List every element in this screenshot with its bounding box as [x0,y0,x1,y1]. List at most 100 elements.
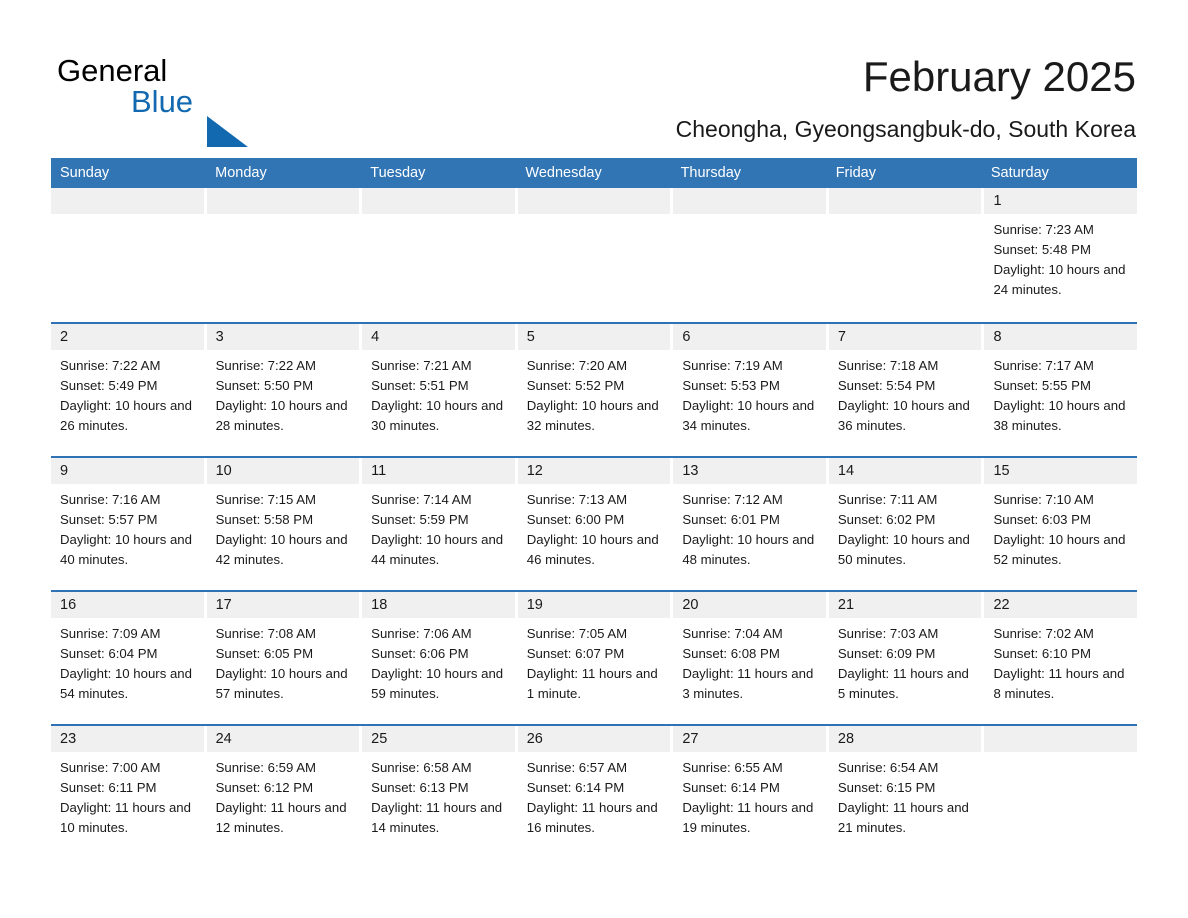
day-cell[interactable]: 18 Sunrise: 7:06 AM Sunset: 6:06 PM Dayligh… [362,592,518,724]
day-cell[interactable]: 4 Sunrise: 7:21 AM Sunset: 5:51 PM Daylight… [362,324,518,456]
generalblue-logo[interactable]: General Blue [57,52,317,147]
day-cell[interactable]: 25 Sunrise: 6:58 AM Sunset: 6:13 PM Dayligh… [362,726,518,858]
day-number-band: 21 [828,592,982,618]
day-details: Sunrise: 7:10 AM Sunset: 6:03 PM Daylight:… [984,484,1137,570]
day-cell[interactable]: 5 Sunrise: 7:20 AM Sunset: 5:52 PM Daylight… [517,324,674,456]
day-number: 23 [60,731,77,747]
day-number-band: 8 [984,324,1138,350]
weekday-header-row: Sunday Monday Tuesday Wednesday Thursday Frid… [51,158,1137,188]
sunrise-text: Sunrise: 7:17 AM [993,358,1094,373]
day-number: 13 [682,463,699,479]
day-details: Sunrise: 7:03 AM Sunset: 6:09 PM Daylight:… [829,618,982,704]
sunrise-text: Sunrise: 6:54 AM [837,760,939,775]
day-cell[interactable]: 17 Sunrise: 7:08 AM Sunset: 6:05 PM Dayligh… [206,592,363,724]
day-cell[interactable]: 16 Sunrise: 7:09 AM Sunset: 6:04 PM Dayligh… [51,592,207,724]
day-number-band: 26 [517,726,671,752]
sunrise-text: Sunrise: 6:59 AM [215,760,317,775]
day-details: Sunrise: 7:17 AM Sunset: 5:55 PM Daylight:… [984,350,1137,436]
calendar-week-row: 2 Sunrise: 7:22 AM Sunset: 5:49 PM Daylight… [51,322,1138,456]
day-details: Sunrise: 7:04 AM Sunset: 6:08 PM Daylight:… [673,618,826,704]
day-cell[interactable]: 3 Sunrise: 7:22 AM Sunset: 5:50 PM Daylight… [206,324,363,456]
day-cell[interactable]: 11 Sunrise: 7:14 AM Sunset: 5:59 PM Dayligh… [362,458,518,590]
day-cell-empty [984,726,1138,858]
sunset-text: Sunset: 5:57 PM [60,512,158,527]
day-cell[interactable]: 1 Sunrise: 7:23 AM Sunset: 5:48 PM Daylight… [984,188,1138,322]
day-cell[interactable]: 28 Sunrise: 6:54 AM Sunset: 6:15 PM Dayligh… [828,726,985,858]
sunset-text: Sunset: 5:50 PM [215,378,314,393]
day-number: 19 [526,597,543,613]
day-cell[interactable]: 13 Sunrise: 7:12 AM Sunset: 6:01 PM Dayligh… [673,458,829,590]
day-number: 1 [993,193,1002,209]
day-cell[interactable]: 23 Sunrise: 7:00 AM Sunset: 6:11 PM Dayligh… [51,726,207,858]
day-number-band [517,188,671,214]
sunrise-text: Sunrise: 7:18 AM [837,358,939,373]
sunrise-text: Sunrise: 7:11 AM [837,492,938,507]
day-details: Sunrise: 6:57 AM Sunset: 6:14 PM Daylight:… [518,752,671,838]
day-number-band: 11 [362,458,515,484]
day-cell[interactable]: 2 Sunrise: 7:22 AM Sunset: 5:49 PM Daylight… [51,324,207,456]
sunset-text: Sunset: 5:53 PM [682,378,780,393]
day-number-band: 28 [828,726,982,752]
sunset-text: Sunset: 6:12 PM [215,780,314,795]
sunset-text: Sunset: 6:11 PM [60,780,157,795]
daylight-text: Daylight: 10 hours and 24 minutes. [993,262,1126,297]
day-number: 6 [682,329,691,345]
day-cell[interactable]: 24 Sunrise: 6:59 AM Sunset: 6:12 PM Dayligh… [206,726,363,858]
daylight-text: Daylight: 11 hours and 1 minute. [526,666,658,701]
calendar-page: General Blue February 2025 Cheongha, Gye… [0,0,1188,918]
daylight-text: Daylight: 10 hours and 44 minutes. [371,532,504,567]
day-cell[interactable]: 6 Sunrise: 7:19 AM Sunset: 5:53 PM Daylight… [673,324,829,456]
day-cell[interactable]: 10 Sunrise: 7:15 AM Sunset: 5:58 PM Dayligh… [206,458,363,590]
day-cell[interactable]: 14 Sunrise: 7:11 AM Sunset: 6:02 PM Dayligh… [828,458,985,590]
daylight-text: Daylight: 11 hours and 14 minutes. [371,800,503,835]
day-number: 22 [993,597,1010,613]
daylight-text: Daylight: 10 hours and 50 minutes. [837,532,970,567]
day-number-band: 7 [828,324,982,350]
sunset-text: Sunset: 6:14 PM [526,780,625,795]
weekday-header-wednesday: Wednesday [525,165,602,181]
day-cell[interactable]: 19 Sunrise: 7:05 AM Sunset: 6:07 PM Dayligh… [517,592,674,724]
sunset-text: Sunset: 6:15 PM [837,780,936,795]
day-cell[interactable]: 27 Sunrise: 6:55 AM Sunset: 6:14 PM Dayligh… [673,726,829,858]
daylight-text: Daylight: 11 hours and 5 minutes. [837,666,969,701]
day-cell[interactable]: 8 Sunrise: 7:17 AM Sunset: 5:55 PM Daylight… [984,324,1138,456]
day-cell[interactable]: 22 Sunrise: 7:02 AM Sunset: 6:10 PM Dayligh… [984,592,1138,724]
sunrise-text: Sunrise: 7:10 AM [993,492,1094,507]
day-details: Sunrise: 7:02 AM Sunset: 6:10 PM Daylight:… [984,618,1137,704]
daylight-text: Daylight: 11 hours and 8 minutes. [993,666,1125,701]
sunrise-text: Sunrise: 7:00 AM [60,760,161,775]
day-cell[interactable]: 12 Sunrise: 7:13 AM Sunset: 6:00 PM Dayligh… [517,458,674,590]
sunrise-text: Sunrise: 7:06 AM [371,626,472,641]
daylight-text: Daylight: 10 hours and 34 minutes. [682,398,815,433]
sunset-text: Sunset: 6:13 PM [371,780,469,795]
day-cell[interactable]: 15 Sunrise: 7:10 AM Sunset: 6:03 PM Dayligh… [984,458,1138,590]
day-cell[interactable]: 20 Sunrise: 7:04 AM Sunset: 6:08 PM Dayligh… [673,592,829,724]
day-number: 18 [371,597,388,613]
day-number-band: 17 [206,592,360,618]
day-cell[interactable]: 9 Sunrise: 7:16 AM Sunset: 5:57 PM Daylight… [51,458,207,590]
day-number: 28 [837,731,855,747]
day-number: 15 [993,463,1010,479]
day-cell-empty [673,188,829,322]
sunset-text: Sunset: 6:05 PM [215,646,314,661]
day-details: Sunrise: 7:00 AM Sunset: 6:11 PM Daylight:… [51,752,204,838]
day-cell-empty [517,188,674,322]
page-header: General Blue February 2025 Cheongha, Gye… [0,0,1188,152]
sunrise-text: Sunrise: 6:55 AM [682,760,783,775]
sunset-text: Sunset: 6:00 PM [526,512,625,527]
day-cell[interactable]: 26 Sunrise: 6:57 AM Sunset: 6:14 PM Dayligh… [517,726,674,858]
day-details: Sunrise: 7:09 AM Sunset: 6:04 PM Daylight:… [51,618,204,704]
day-cell[interactable]: 21 Sunrise: 7:03 AM Sunset: 6:09 PM Dayligh… [828,592,985,724]
daylight-text: Daylight: 10 hours and 40 minutes. [60,532,192,567]
sunset-text: Sunset: 6:01 PM [682,512,780,527]
day-number-band: 19 [517,592,671,618]
sunrise-text: Sunrise: 7:14 AM [371,492,472,507]
day-cell[interactable]: 7 Sunrise: 7:18 AM Sunset: 5:54 PM Daylight… [828,324,985,456]
sunrise-text: Sunrise: 7:05 AM [526,626,628,641]
sunrise-text: Sunrise: 7:22 AM [60,358,161,373]
day-details: Sunrise: 6:59 AM Sunset: 6:12 PM Daylight:… [207,752,360,838]
daylight-text: Daylight: 10 hours and 36 minutes. [837,398,970,433]
day-number-band [206,188,360,214]
day-number-band: 1 [984,188,1138,214]
day-number: 27 [682,731,699,747]
